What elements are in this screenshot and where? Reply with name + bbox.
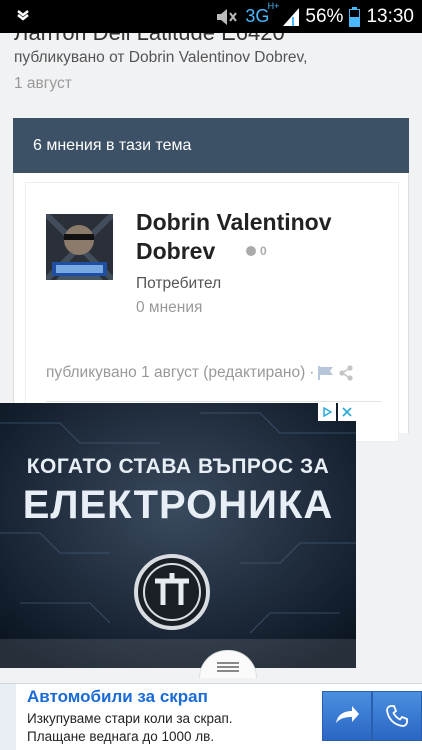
reputation-value: 0 — [260, 244, 267, 258]
battery-icon — [349, 6, 361, 27]
comment-card: Dobrin Valentinov Dobrev 0 Потребител 0 … — [13, 173, 409, 442]
report-flag-icon[interactable] — [318, 366, 334, 380]
bottom-ad-edge — [0, 684, 16, 750]
battery-percent: 56% — [305, 5, 344, 27]
notification-icon — [17, 10, 29, 21]
bottom-ad-go-button[interactable] — [322, 691, 372, 741]
status-bar: 3G H+ 56% 13:30 — [0, 0, 422, 33]
advert-headline-2: ЕЛЕКТРОНИКА — [22, 483, 334, 527]
arrow-right-icon — [336, 706, 359, 723]
bottom-ad-title[interactable]: Автомобили за скрап — [27, 687, 208, 707]
signal-icon — [283, 7, 300, 26]
topic-date: 1 август — [14, 75, 72, 92]
advert-headline-1: КОГАТО СТАВА ВЪПРОС ЗА — [26, 455, 330, 478]
page: 3GH+ 56% 13:30 Лаптоп Dell Latitude E642… — [0, 0, 422, 750]
adchoices-icon[interactable] — [318, 403, 336, 421]
post-meta-separator: · — [309, 364, 315, 381]
clock: 13:30 — [366, 5, 414, 27]
menu-lines-icon — [217, 660, 239, 674]
bottom-ad-call-button[interactable] — [372, 691, 422, 741]
post-divider — [46, 401, 382, 402]
bottom-ad-actions — [322, 691, 422, 741]
avatar[interactable] — [46, 214, 113, 280]
author-posts-count: 0 мнения — [136, 299, 203, 316]
bottom-ad-banner[interactable]: Автомобили за скрап Изкупуваме стари кол… — [0, 683, 422, 750]
ad-close-icon[interactable] — [338, 403, 356, 421]
share-icon[interactable] — [338, 365, 354, 381]
reputation-dot-icon — [246, 246, 256, 256]
reputation-badge: 0 — [246, 244, 267, 258]
ad-choices[interactable] — [318, 403, 356, 421]
advert-banner[interactable]: КОГАТО СТАВА ВЪПРОС ЗА ЕЛЕКТРОНИКА — [0, 403, 356, 668]
post-meta-text[interactable]: публикувано 1 август (редактирано) — [46, 364, 305, 382]
comments-count-label: 6 мнения в тази тема — [33, 136, 192, 154]
comments-header: 6 мнения в тази тема — [13, 118, 409, 173]
topic-posted-by[interactable]: публикувано от Dobrin Valentinov Dobrev, — [14, 49, 307, 67]
author-role: Потребител — [136, 275, 222, 292]
network-type: 3G H+ — [245, 1, 280, 26]
advert-logo-icon — [134, 554, 210, 630]
bottom-ad-text-2: Плащане веднага до 1000 лв. — [27, 729, 215, 744]
bottom-ad-text-1: Изкупуваме стари коли за скрап. — [27, 711, 233, 726]
mute-icon — [217, 8, 238, 25]
post-meta: публикувано 1 август (редактирано) · — [46, 364, 354, 382]
phone-icon — [386, 705, 408, 727]
network-sub: H+ — [267, 1, 280, 11]
